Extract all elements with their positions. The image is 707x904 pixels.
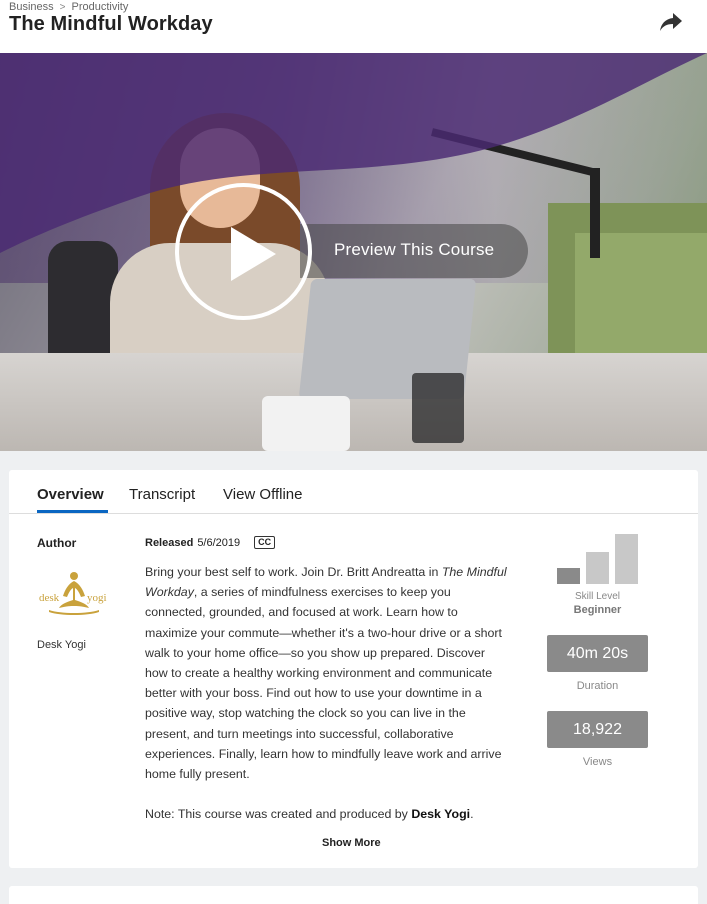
page-title: The Mindful Workday bbox=[9, 13, 213, 35]
desk-yogi-logo[interactable]: desk yogi bbox=[37, 570, 111, 620]
preview-label: Preview This Course bbox=[334, 240, 495, 259]
note-author[interactable]: Desk Yogi bbox=[411, 807, 470, 821]
description-text-2: , a series of mindfulness exercises to k… bbox=[145, 585, 502, 782]
svg-text:desk: desk bbox=[39, 592, 60, 604]
preview-course-button[interactable]: Preview This Course bbox=[300, 224, 528, 278]
skill-bar-3 bbox=[615, 534, 638, 584]
release-info: Released 5/6/2019 CC bbox=[145, 536, 276, 549]
release-date: 5/6/2019 bbox=[197, 536, 241, 549]
svg-text:yogi: yogi bbox=[87, 592, 107, 604]
duration-box: 40m 20s bbox=[547, 635, 648, 672]
skill-level-bars bbox=[557, 530, 641, 584]
breadcrumb-productivity[interactable]: Productivity bbox=[71, 1, 128, 13]
skill-bar-1 bbox=[557, 568, 580, 584]
course-tabs: Overview Transcript View Offline bbox=[9, 470, 698, 514]
breadcrumb-separator: > bbox=[59, 1, 66, 13]
play-icon bbox=[231, 227, 276, 281]
author-name[interactable]: Desk Yogi bbox=[37, 639, 86, 651]
active-tab-indicator bbox=[37, 510, 108, 513]
skill-level-value: Beginner bbox=[573, 604, 622, 616]
share-arrow-icon[interactable] bbox=[659, 11, 683, 33]
pencil-cup bbox=[412, 373, 464, 443]
tab-overview[interactable]: Overview bbox=[37, 486, 104, 503]
production-note: Note: This course was created and produc… bbox=[145, 807, 474, 821]
note-suffix: . bbox=[470, 807, 474, 821]
skill-bar-2 bbox=[586, 552, 609, 584]
views-label: Views bbox=[582, 756, 613, 768]
play-button[interactable] bbox=[175, 183, 312, 320]
breadcrumb: Business > Productivity bbox=[9, 1, 128, 13]
tab-view-offline[interactable]: View Offline bbox=[223, 486, 303, 503]
skill-level-label: Skill Level bbox=[574, 591, 621, 602]
description-text-1: Bring your best self to work. Join Dr. B… bbox=[145, 565, 442, 579]
released-label: Released bbox=[145, 536, 194, 549]
next-section-card bbox=[9, 886, 698, 904]
course-preview-hero: Preview This Course bbox=[0, 53, 707, 451]
views-box: 18,922 bbox=[547, 711, 648, 748]
show-more-button[interactable]: Show More bbox=[322, 837, 381, 849]
author-heading: Author bbox=[37, 536, 77, 550]
note-prefix: Note: This course was created and produc… bbox=[145, 807, 412, 821]
course-header: Business > Productivity The Mindful Work… bbox=[0, 0, 707, 53]
breadcrumb-business[interactable]: Business bbox=[9, 1, 54, 13]
course-details-card: Overview Transcript View Offline Author … bbox=[9, 470, 698, 868]
coffee-mug bbox=[262, 396, 350, 451]
description-italic-1: The bbox=[441, 565, 464, 579]
closed-captions-badge: CC bbox=[254, 536, 276, 549]
duration-label: Duration bbox=[576, 680, 619, 692]
course-description: Bring your best self to work. Join Dr. B… bbox=[145, 562, 511, 784]
tab-transcript[interactable]: Transcript bbox=[129, 486, 195, 503]
